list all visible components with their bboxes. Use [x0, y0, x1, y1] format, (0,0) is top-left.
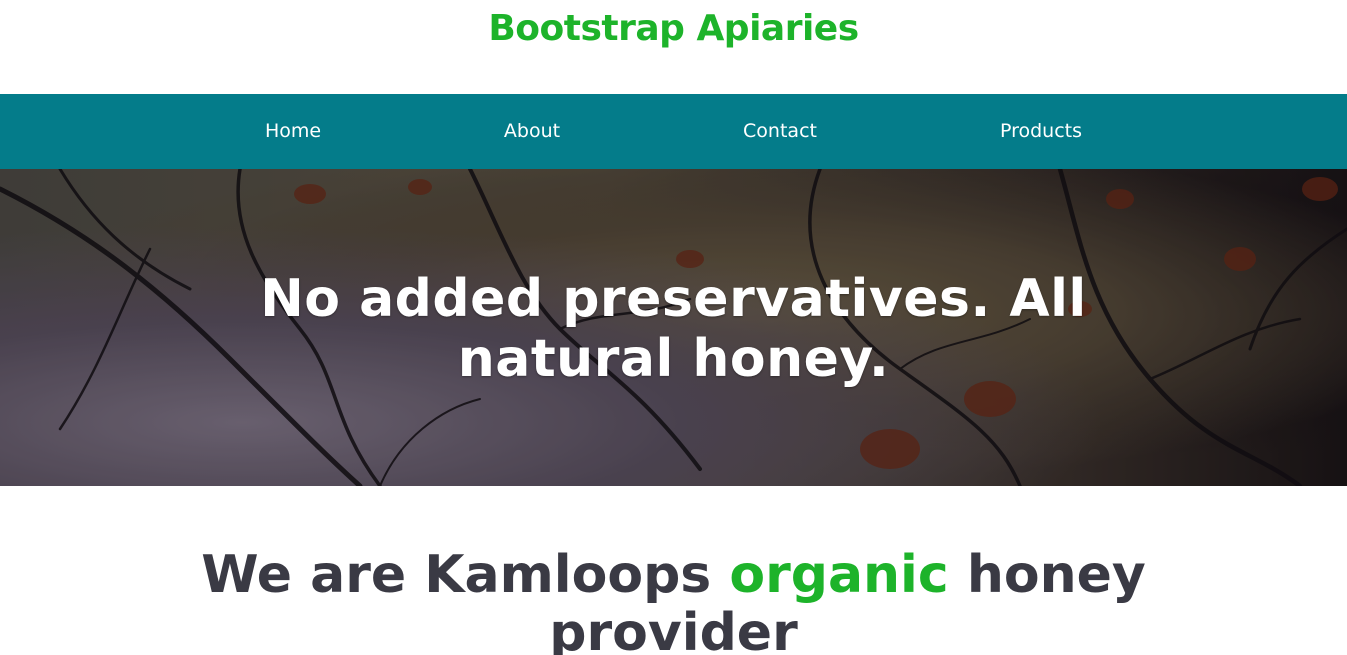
intro-title-start: We are Kamloops: [201, 545, 730, 605]
hero-banner: No added preservatives. All natural hone…: [0, 169, 1347, 486]
main-navbar: Home About Contact Products: [0, 94, 1347, 169]
intro-title-accent: organic: [729, 545, 949, 605]
site-header: Bootstrap Apiaries: [0, 0, 1347, 94]
nav-link-contact[interactable]: Contact: [743, 94, 817, 169]
site-brand-logo[interactable]: Bootstrap Apiaries: [0, 8, 1347, 49]
intro-title: We are Kamloops organic honey provider: [200, 546, 1147, 655]
nav-link-about[interactable]: About: [504, 94, 560, 169]
hero-title: No added preservatives. All natural hone…: [260, 269, 1087, 389]
intro-section: We are Kamloops organic honey provider: [0, 486, 1347, 655]
nav-link-home[interactable]: Home: [265, 94, 321, 169]
nav-link-products[interactable]: Products: [1000, 94, 1082, 169]
